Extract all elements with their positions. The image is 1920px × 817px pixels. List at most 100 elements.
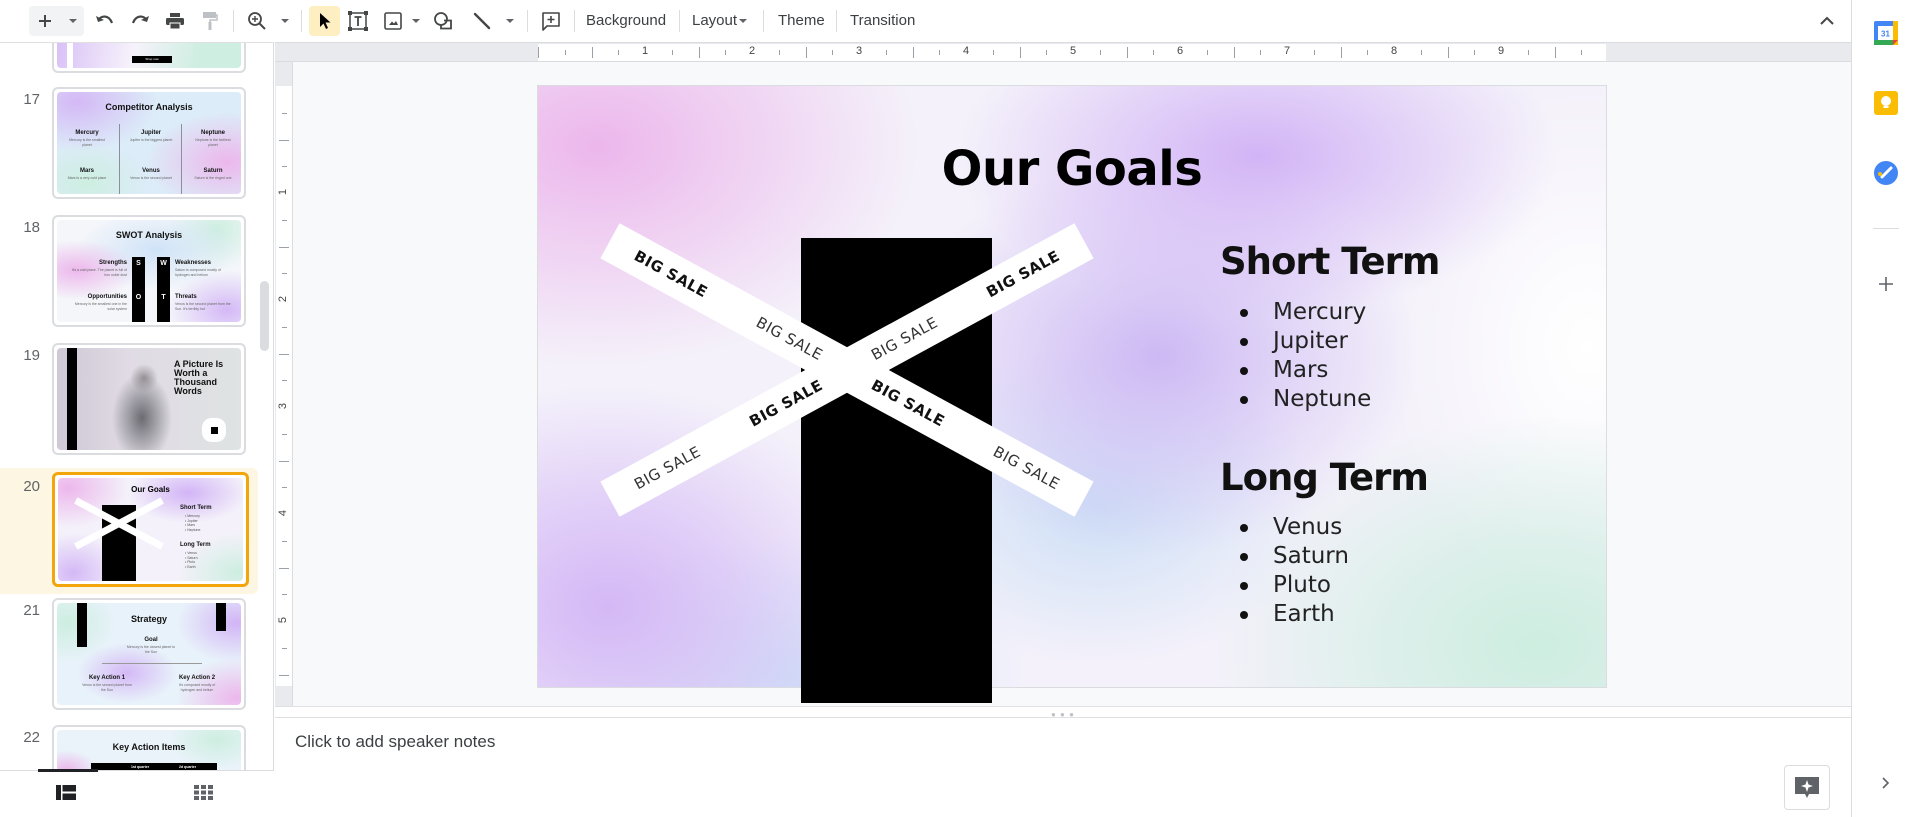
short-term-list[interactable]: Mercury Jupiter Mars Neptune — [1238, 298, 1371, 414]
get-addons-button[interactable] — [1874, 272, 1898, 296]
ruler-tick — [279, 139, 289, 141]
toolbar-divider — [574, 10, 575, 32]
calendar-app-button[interactable]: 31 — [1874, 21, 1898, 45]
thumb-item-desc: Venus is the second planet from the Sun.… — [175, 302, 231, 311]
text-box-icon — [348, 11, 368, 31]
ask-gemini-button[interactable] — [1784, 765, 1830, 810]
calendar-icon: 31 — [1874, 21, 1898, 45]
grid-view-icon — [194, 785, 213, 800]
add-comment-button[interactable] — [538, 6, 564, 36]
thumb-item: Threats — [175, 294, 197, 300]
decor-strip — [77, 603, 87, 647]
thumb-goal: Goal — [144, 637, 158, 643]
ruler-label: 8 — [1391, 45, 1398, 57]
ruler-tick — [618, 50, 620, 55]
chevron-down-icon — [506, 19, 514, 23]
long-term-heading[interactable]: Long Term — [1220, 456, 1429, 499]
long-term-list[interactable]: Venus Saturn Pluto Earth — [1238, 513, 1349, 629]
ruler-label: 5 — [1070, 45, 1077, 57]
ruler-tick — [1046, 50, 1048, 55]
slide-thumbnail[interactable]: Competitor Analysis Mercury Mercury is t… — [52, 87, 246, 199]
thumb-title: Our Goals — [131, 485, 170, 494]
slide-title[interactable]: Our Goals — [538, 141, 1606, 197]
print-icon — [166, 13, 184, 30]
swot-letter: T — [161, 294, 166, 301]
ruler-tick — [1206, 50, 1208, 55]
slide-thumbnail-selected[interactable]: Our Goals Short Term • Mercury • Jupiter •… — [52, 472, 249, 587]
select-tool-button[interactable] — [309, 6, 340, 36]
line-button[interactable] — [468, 6, 518, 36]
layout-button[interactable]: Layout — [690, 6, 749, 36]
filmstrip-slide-19[interactable]: 19 A Picture Is Worth a Thousand Words — [0, 343, 258, 463]
chevron-down-icon[interactable] — [68, 19, 77, 23]
ruler-label: 4 — [277, 509, 290, 517]
add-comment-icon — [542, 12, 560, 31]
thumb-item: Neptune — [201, 130, 225, 136]
slide-thumbnail[interactable]: Shop now — [52, 43, 246, 73]
thumb-item: Mars — [79, 168, 94, 174]
short-term-heading[interactable]: Short Term — [1220, 240, 1440, 283]
speaker-notes[interactable]: Click to add speaker notes — [275, 718, 1851, 817]
insert-image-button[interactable] — [380, 6, 424, 36]
plus-icon — [1879, 277, 1893, 291]
ruler-tick — [279, 246, 289, 248]
chevron-down-icon — [412, 19, 420, 23]
plus-icon — [38, 15, 51, 27]
layout-label: Layout — [692, 12, 738, 29]
toolbar-divider — [679, 10, 680, 32]
filmstrip-view-button[interactable] — [56, 785, 76, 800]
theme-button[interactable]: Theme — [776, 6, 827, 36]
undo-button[interactable] — [92, 6, 118, 36]
filmstrip-scrollbar[interactable] — [260, 281, 269, 351]
shopping-bag-badge — [202, 418, 226, 442]
grid-view-button[interactable] — [194, 785, 213, 800]
ruler-tick — [282, 219, 287, 221]
slide-thumbnail[interactable]: Strategy Goal Mercury is the closest pla… — [52, 598, 246, 710]
ruler-tick — [1527, 50, 1529, 55]
decor-strip — [67, 348, 77, 450]
ruler-label: 1 — [642, 45, 649, 57]
vertical-ruler[interactable]: 1 2 3 4 5 — [275, 62, 293, 718]
filmstrip-slide-16[interactable]: Shop now — [0, 43, 258, 81]
thumb-long-list: • Venus • Saturn • Pluto • Earth — [185, 551, 198, 569]
thumb-action: Key Action 2 — [178, 675, 216, 681]
filmstrip-slide-18[interactable]: 18 SWOT Analysis S W O T Strengths It's … — [0, 215, 258, 335]
horizontal-ruler[interactable]: 1 2 3 4 5 6 7 8 9 — [275, 42, 1851, 62]
thumb-short-list: • Mercury • Jupiter • Mars • Neptune — [185, 514, 201, 532]
paint-format-button[interactable] — [197, 6, 223, 36]
ruler-tick — [1420, 50, 1422, 55]
tasks-app-button[interactable] — [1874, 161, 1898, 185]
zoom-button[interactable] — [242, 6, 294, 36]
slide-thumbnail[interactable]: SWOT Analysis S W O T Strengths It's a c… — [52, 215, 246, 327]
slide-canvas[interactable]: BIG SALE BIG SALE BIG SALE BIG SALE BIG … — [538, 86, 1606, 703]
filmstrip-slide-21[interactable]: 21 Strategy Goal Mercury is the closest … — [0, 598, 258, 718]
zoom-icon — [248, 12, 266, 30]
thumb-title: Competitor Analysis — [105, 102, 193, 112]
background-button[interactable]: Background — [584, 6, 668, 36]
ruler-page-area: 1 2 3 4 5 6 7 8 9 — [538, 44, 1606, 61]
expand-panel-button[interactable] — [1874, 771, 1898, 795]
filmstrip-slide-20[interactable]: 20 Our Goals Short Term • Mercury • Jupit… — [0, 468, 258, 594]
ruler-tick — [282, 326, 287, 328]
thumb-item: Opportunities — [87, 294, 127, 300]
ruler-tick — [538, 47, 539, 58]
ruler-tick — [282, 112, 287, 114]
new-slide-button[interactable] — [29, 6, 84, 36]
shape-button[interactable] — [430, 6, 456, 36]
ruler-label: 2 — [277, 295, 290, 303]
redo-button[interactable] — [127, 6, 153, 36]
photo-person — [112, 358, 172, 450]
notes-resize-handle[interactable]: ● ● ● — [275, 706, 1851, 719]
collapse-toolbar-button[interactable] — [1813, 6, 1841, 36]
speaker-notes-placeholder[interactable]: Click to add speaker notes — [295, 732, 495, 752]
ruler-label: 6 — [1177, 45, 1184, 57]
text-box-button[interactable] — [345, 6, 371, 36]
keep-app-button[interactable] — [1874, 91, 1898, 115]
transition-button[interactable]: Transition — [848, 6, 917, 36]
toolbar-divider — [836, 10, 837, 32]
filmstrip-slide-17[interactable]: 17 Competitor Analysis Mercury Mercury i… — [0, 87, 258, 207]
slide-thumbnail[interactable]: A Picture Is Worth a Thousand Words — [52, 343, 246, 455]
filmstrip-footer — [0, 769, 274, 817]
thumb-action-desc: Venus is the second planet from the Sun — [82, 683, 132, 692]
print-button[interactable] — [162, 6, 188, 36]
